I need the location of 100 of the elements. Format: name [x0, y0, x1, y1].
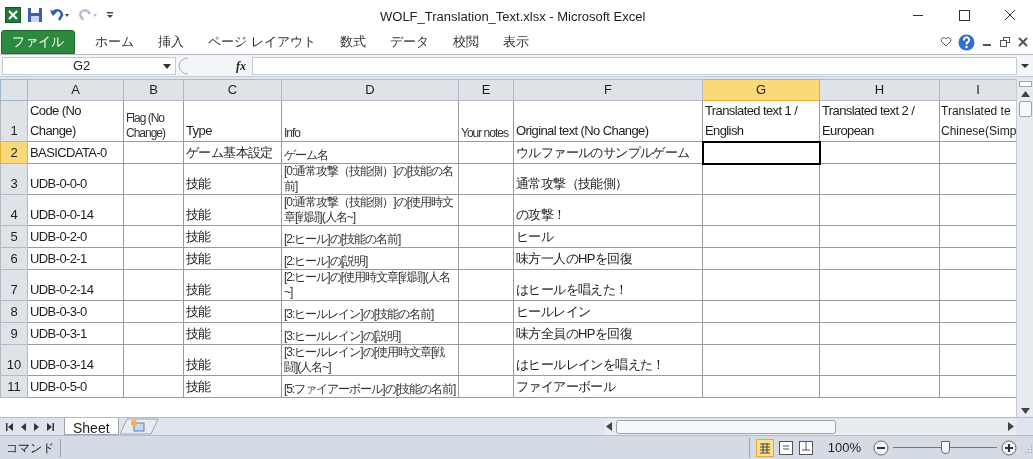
cell-text: Info — [283, 126, 302, 141]
scroll-thumb[interactable] — [1018, 101, 1032, 117]
zoom-percent[interactable]: 100% — [827, 437, 861, 458]
cell-text: [3:ヒールレイン]の[使用時文章[戦闘](人名~] — [283, 345, 446, 375]
page-break-view-icon[interactable] — [797, 439, 814, 456]
scroll-down-icon[interactable] — [1020, 408, 1030, 414]
first-sheet-icon[interactable] — [6, 422, 13, 431]
cell-text: の攻撃！ — [515, 206, 567, 224]
cell-text: [3:ヒールレイン]の[説明] — [283, 329, 402, 344]
formula-input[interactable] — [252, 56, 1017, 75]
row-header[interactable]: 11 — [0, 375, 28, 398]
scroll-left-icon[interactable] — [606, 422, 612, 431]
next-sheet-icon[interactable] — [34, 422, 39, 431]
scroll-thumb[interactable] — [616, 419, 836, 434]
cell-text: 技能 — [185, 303, 212, 321]
ribbon-tab[interactable]: 数式 — [327, 30, 378, 54]
cell-text: 技能 — [185, 356, 212, 374]
help-icon[interactable] — [958, 33, 975, 51]
column-header[interactable]: I — [939, 79, 1016, 100]
vertical-scrollbar[interactable] — [1016, 79, 1033, 417]
zoom-slider-thumb[interactable] — [940, 440, 950, 454]
column-header[interactable]: C — [183, 79, 282, 100]
cell-text: 味方全員のHPを回復 — [515, 325, 634, 343]
ribbon-tab[interactable]: 表示 — [490, 30, 541, 54]
cell-text: Translated te Chinese(Simp — [940, 103, 1016, 140]
formula-bar-handle-icon[interactable] — [178, 56, 190, 75]
cell-text: 技能 — [185, 250, 212, 268]
ribbon-tab[interactable]: ページ レイアウト — [196, 30, 328, 54]
cell-text: 味方一人のHPを回復 — [515, 250, 634, 268]
sheet-tab[interactable]: Sheet — [64, 418, 119, 435]
cell-text: [0:通常攻撃（技能側）]の[使用時文章[戦闘](人名~] — [283, 195, 454, 225]
row-header[interactable]: 1 — [0, 100, 28, 142]
previous-sheet-icon[interactable] — [21, 422, 26, 431]
cell-text: ヒール — [515, 228, 555, 246]
cell-text: Flag (No Change) — [125, 111, 167, 141]
cell-text: [2:ヒール]の[説明] — [283, 254, 369, 269]
page-layout-view-icon[interactable] — [777, 439, 794, 456]
row-header[interactable]: 5 — [0, 225, 28, 248]
cell-text: [3:ヒールレイン]の[技能の名前] — [283, 307, 435, 322]
save-icon[interactable] — [27, 7, 43, 23]
cell-text: BASICDATA-0 — [29, 144, 108, 162]
cell-text: Translated text 1 / English — [704, 101, 799, 140]
scroll-right-icon[interactable] — [1008, 422, 1014, 431]
file-tab[interactable]: ファイル — [1, 30, 75, 54]
cell-text: [0:通常攻撃（技能側）]の[技能の名前] — [283, 164, 454, 194]
row-header[interactable]: 9 — [0, 322, 28, 345]
row-header[interactable]: 2 — [0, 141, 28, 164]
cell-text: Code (No Change) — [29, 102, 82, 140]
name-box[interactable]: G2 — [2, 56, 176, 75]
cell-text: Translated text 2 / European — [821, 102, 916, 140]
close-workbook-icon[interactable] — [1017, 36, 1029, 48]
column-header[interactable]: A — [27, 79, 124, 100]
restore-workbook-icon[interactable] — [999, 36, 1011, 48]
dropdown-caret-icon[interactable] — [163, 63, 171, 69]
cell-text: はヒールレインを唱えた！ — [515, 356, 666, 374]
row-header[interactable]: 8 — [0, 300, 28, 323]
undo-icon[interactable] — [49, 7, 71, 23]
cell-text: 技能 — [185, 228, 212, 246]
cell-text: ウルファールのサンプルゲーム — [515, 144, 691, 162]
column-header[interactable]: D — [281, 79, 459, 100]
cell-text: UDB-0-2-14 — [29, 281, 95, 299]
cell-text: 通常攻撃（技能側） — [515, 175, 629, 193]
column-header[interactable]: H — [819, 79, 940, 100]
active-cell[interactable] — [702, 141, 820, 164]
cell-text: [2:ヒール]の[技能の名前] — [283, 232, 402, 247]
cell-text: Your notes — [460, 126, 510, 141]
cell-text: ファイアーボール — [515, 378, 617, 396]
cell-text: UDB-0-3-1 — [29, 325, 88, 343]
row-header[interactable]: 3 — [0, 163, 28, 195]
horizontal-scrollbar[interactable] — [604, 418, 1016, 435]
column-header[interactable]: G — [702, 79, 820, 100]
ribbon-tab[interactable]: ホーム — [83, 30, 146, 54]
heart-icon[interactable] — [940, 36, 952, 48]
redo-icon — [77, 7, 99, 23]
row-header[interactable]: 7 — [0, 269, 28, 301]
zoom-in-icon[interactable] — [1001, 439, 1017, 456]
column-header[interactable]: F — [513, 79, 703, 100]
ribbon-tab[interactable]: データ — [377, 30, 441, 54]
row-header[interactable]: 10 — [0, 344, 28, 376]
normal-view-icon[interactable] — [755, 438, 774, 457]
row-header[interactable]: 6 — [0, 247, 28, 270]
cell-text: ヒールレイン — [515, 303, 592, 321]
cell-text: ゲーム名 — [283, 148, 329, 163]
ribbon-tab[interactable]: 校閲 — [440, 30, 491, 54]
cell-text: Type — [185, 122, 213, 140]
row-header[interactable]: 4 — [0, 194, 28, 226]
cell-text: UDB-0-2-1 — [29, 250, 88, 268]
insert-function-button[interactable]: fx — [192, 56, 250, 75]
cell-text: [2:ヒール]の[使用時文章[戦闘](人名~] — [283, 270, 451, 300]
zoom-out-icon[interactable] — [873, 439, 889, 456]
column-header[interactable]: B — [123, 79, 184, 100]
cell-text: はヒールを唱えた！ — [515, 281, 629, 299]
cell-text: [5:ファイアーボール]の[技能の名前] — [283, 382, 457, 397]
column-header[interactable]: E — [458, 79, 514, 100]
zoom-slider[interactable] — [893, 439, 997, 456]
scroll-up-icon[interactable] — [1020, 91, 1030, 97]
ribbon-tab[interactable]: 挿入 — [146, 30, 196, 54]
last-sheet-icon[interactable] — [47, 422, 54, 431]
cell-text: 技能 — [185, 378, 212, 396]
cell-text: Original text (No Change) — [515, 122, 650, 140]
